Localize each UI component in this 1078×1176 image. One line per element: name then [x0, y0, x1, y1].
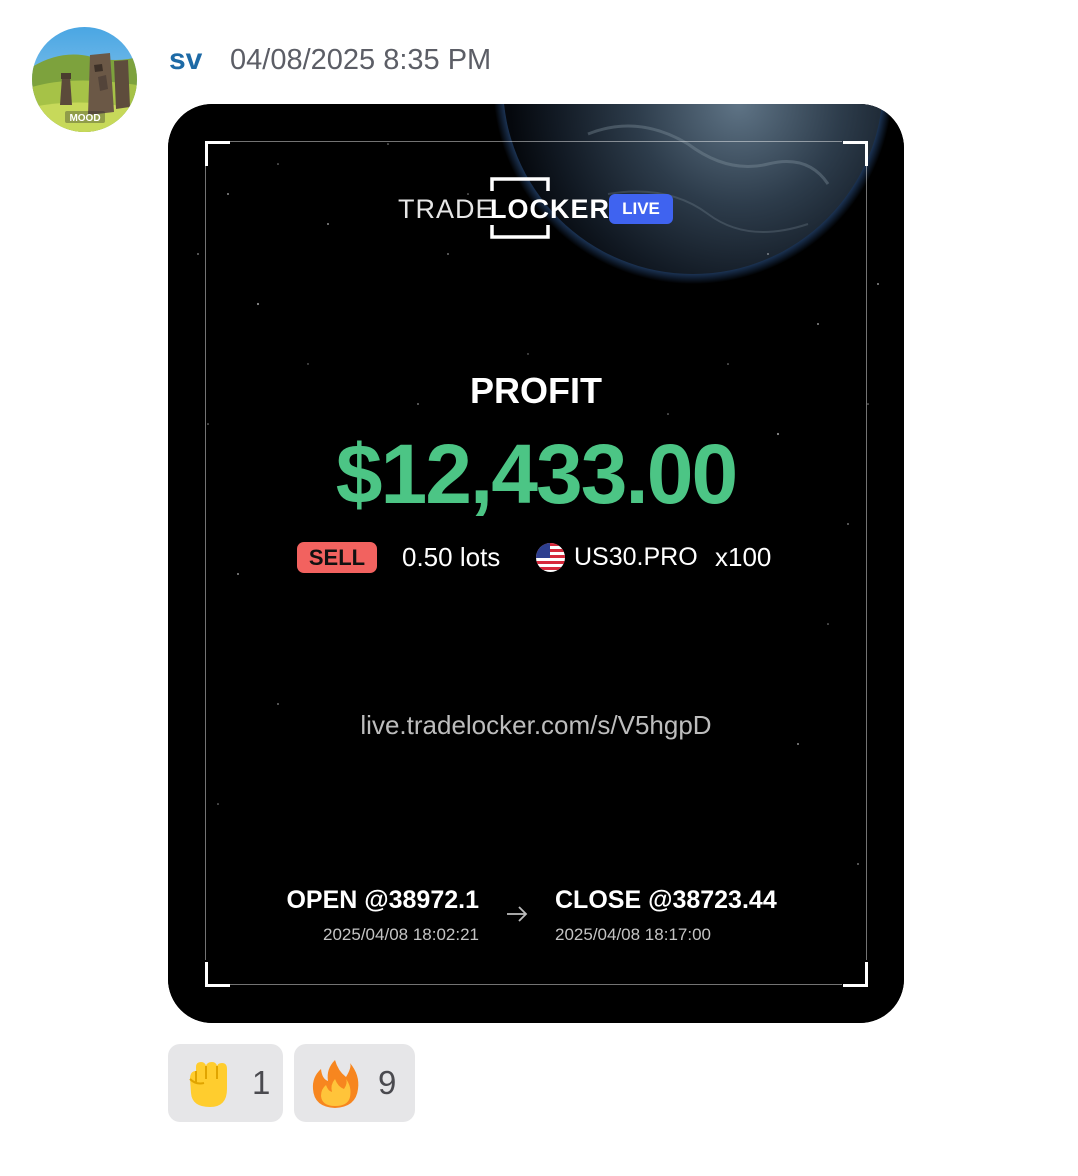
lot-size: 0.50 lots [402, 542, 501, 572]
us-flag-icon [536, 543, 565, 572]
profit-value: $12,433.00 [335, 427, 738, 521]
reaction-raised-fist[interactable]: 1 [168, 1044, 283, 1122]
message-timestamp: 04/08/2025 8:35 PM [230, 44, 492, 76]
moai-statues-avatar-icon: MOOD [32, 27, 137, 132]
avatar-badge-text: MOOD [69, 113, 100, 124]
frame-top-line [230, 141, 842, 142]
close-price: CLOSE @38723.44 [555, 886, 777, 914]
raised-fist-icon [189, 1062, 227, 1107]
open-price: OPEN @38972.1 [286, 886, 479, 914]
reaction-count-fire: 9 [378, 1064, 397, 1101]
side-badge: SELL [297, 542, 377, 573]
trade-share-image[interactable]: TRADE LOCKER LIVE PROFIT $12,433.00 SELL… [168, 104, 904, 1023]
share-link: live.tradelocker.com/s/V5hgpD [360, 710, 712, 740]
tradelocker-logo: TRADE LOCKER LIVE [168, 177, 904, 241]
fire-icon [312, 1060, 359, 1108]
leverage: x100 [715, 542, 772, 572]
live-badge: LIVE [609, 194, 673, 224]
reaction-count-raised-fist: 1 [252, 1064, 271, 1101]
chat-message: MOOD sv 04/08/2025 8:35 PM TRADE LOCKER … [0, 0, 1078, 1176]
logo-trade-text: TRADE [398, 194, 495, 224]
frame-corner-bottom-right [843, 962, 868, 987]
open-time: 2025/04/08 18:02:21 [323, 925, 479, 944]
reaction-fire[interactable]: 9 [294, 1044, 415, 1122]
frame-corner-top-right [843, 141, 868, 166]
instrument-symbol: US30.PRO [574, 543, 698, 571]
frame-corner-top-left [205, 141, 230, 166]
frame-corner-bottom-left [205, 962, 230, 987]
frame-bottom-line [230, 984, 842, 985]
profit-label: PROFIT [470, 370, 602, 411]
logo-locker-text: LOCKER [490, 194, 610, 224]
username[interactable]: sv [169, 40, 202, 80]
open-info: OPEN @38972.1 2025/04/08 18:02:21 [286, 884, 479, 946]
close-info: CLOSE @38723.44 2025/04/08 18:17:00 [555, 884, 777, 946]
close-time: 2025/04/08 18:17:00 [555, 925, 711, 944]
trade-details-row: SELL 0.50 lots US30.PRO x100 [168, 540, 904, 574]
user-avatar[interactable]: MOOD [32, 27, 137, 132]
right-arrow-icon [507, 906, 528, 922]
